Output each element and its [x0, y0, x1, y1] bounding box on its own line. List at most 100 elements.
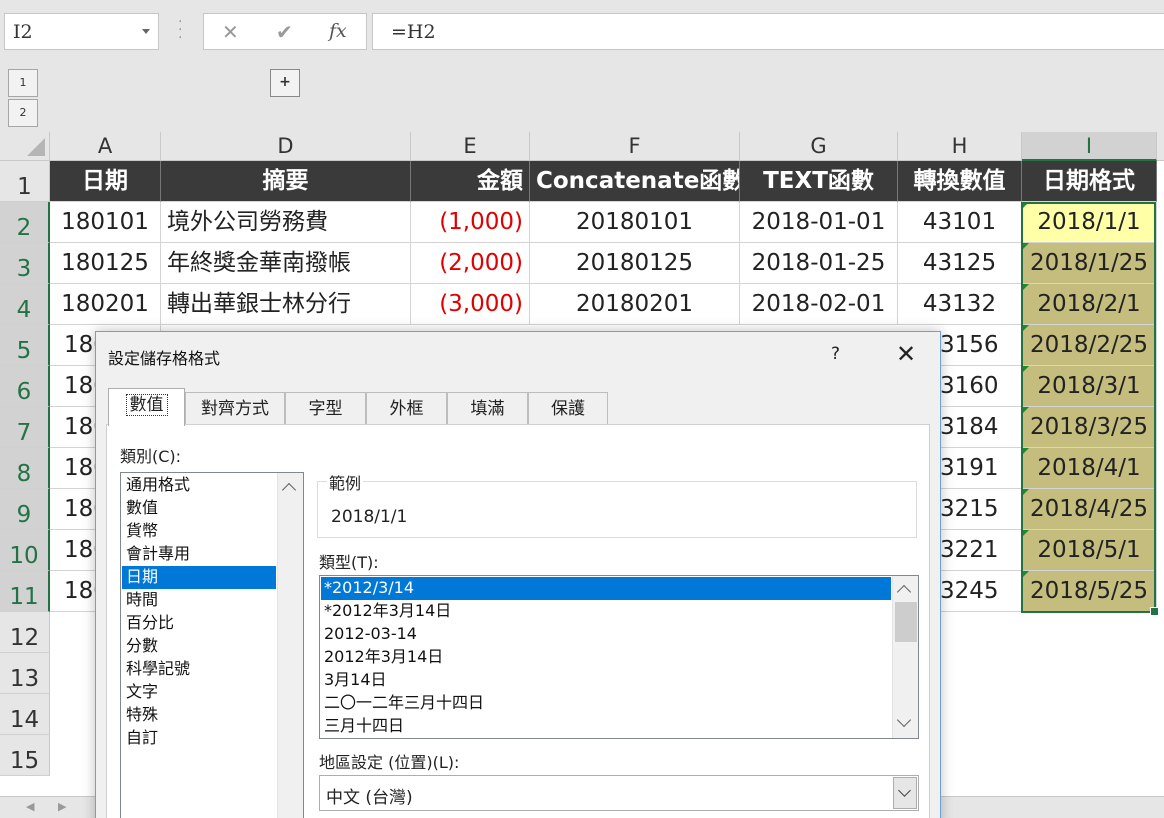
header-cell-date[interactable]: 日期: [50, 161, 161, 202]
list-item[interactable]: 數值: [122, 497, 276, 520]
locale-select[interactable]: 中文 (台灣): [319, 775, 919, 811]
outline-level-1-button[interactable]: 1: [8, 69, 38, 97]
table-cell[interactable]: 2018-02-01: [740, 284, 898, 325]
scroll-left-icon[interactable]: ◀: [26, 800, 34, 813]
header-cell-value[interactable]: 轉換數值: [898, 161, 1022, 202]
row-header-12[interactable]: 12: [0, 612, 50, 653]
list-item[interactable]: 百分比: [122, 612, 276, 635]
tab-number[interactable]: 數值: [108, 388, 185, 426]
table-cell[interactable]: 3191: [940, 448, 1022, 489]
list-item[interactable]: 時間: [122, 589, 276, 612]
scroll-down-icon[interactable]: [896, 712, 912, 728]
table-cell[interactable]: (2,000): [411, 243, 530, 284]
header-cell-concatenate[interactable]: Concatenate函數: [530, 161, 740, 202]
table-cell[interactable]: 2018-01-01: [740, 202, 898, 243]
row-header-4[interactable]: 4: [0, 284, 50, 325]
list-item[interactable]: 三月十四日: [321, 715, 891, 738]
table-cell[interactable]: 43101: [898, 202, 1022, 243]
cancel-icon[interactable]: ✕: [222, 20, 239, 44]
column-header-e[interactable]: E: [411, 132, 530, 161]
column-header-h[interactable]: H: [898, 132, 1022, 161]
row-header-14[interactable]: 14: [0, 694, 50, 735]
table-cell[interactable]: 3245: [940, 571, 1022, 612]
drag-handle-icon[interactable]: · · ·: [178, 15, 182, 45]
table-cell[interactable]: 180101: [50, 202, 161, 243]
table-cell[interactable]: (1,000): [411, 202, 530, 243]
table-cell[interactable]: 180201: [50, 284, 161, 325]
table-cell[interactable]: 20180125: [530, 243, 740, 284]
table-cell[interactable]: 境外公司勞務費: [161, 202, 411, 243]
table-cell[interactable]: 3215: [940, 489, 1022, 530]
row-header-2[interactable]: 2: [0, 202, 50, 243]
list-item[interactable]: 2012年3月14日: [321, 646, 891, 669]
table-cell[interactable]: 20180101: [530, 202, 740, 243]
table-cell[interactable]: 43125: [898, 243, 1022, 284]
row-header-5[interactable]: 5: [0, 325, 50, 366]
list-item-selected[interactable]: 日期: [122, 566, 276, 589]
tab-font[interactable]: 字型: [285, 392, 366, 425]
select-all-button[interactable]: [0, 132, 50, 161]
scrollbar-thumb[interactable]: [895, 602, 917, 642]
type-list[interactable]: *2012/3/14 *2012年3月14日 2012-03-14 2012年3…: [319, 575, 919, 739]
help-button[interactable]: ?: [831, 344, 840, 364]
expand-group-button[interactable]: +: [270, 69, 300, 97]
column-header-a[interactable]: A: [50, 132, 161, 161]
header-cell-summary[interactable]: 摘要: [161, 161, 411, 202]
insert-function-icon[interactable]: fx: [329, 20, 347, 42]
list-item[interactable]: 會計專用: [122, 543, 276, 566]
formula-input[interactable]: =H2: [372, 13, 1164, 50]
type-scrollbar[interactable]: [892, 576, 918, 738]
row-header-6[interactable]: 6: [0, 366, 50, 407]
header-cell-amount[interactable]: 金額: [411, 161, 530, 202]
header-cell-date-format[interactable]: 日期格式: [1022, 161, 1157, 202]
name-box[interactable]: I2: [4, 13, 159, 50]
row-header-3[interactable]: 3: [0, 243, 50, 284]
column-header-i[interactable]: I: [1022, 132, 1157, 161]
row-header-9[interactable]: 9: [0, 489, 50, 530]
scroll-right-icon[interactable]: ▶: [58, 800, 66, 813]
table-cell[interactable]: 3184: [940, 407, 1022, 448]
category-list[interactable]: 通用格式 數值 貨幣 會計專用 日期 時間 百分比 分數 科學記號 文字 特殊 …: [120, 472, 304, 818]
category-scrollbar[interactable]: [277, 473, 303, 818]
row-header-1[interactable]: 1: [0, 161, 50, 202]
table-cell[interactable]: 年終獎金華南撥帳: [161, 243, 411, 284]
table-cell[interactable]: 180125: [50, 243, 161, 284]
tab-fill[interactable]: 填滿: [447, 392, 528, 425]
outline-level-2-button[interactable]: 2: [8, 99, 38, 127]
table-cell[interactable]: 3221: [940, 530, 1022, 571]
table-cell[interactable]: 3160: [940, 366, 1022, 407]
list-item[interactable]: 文字: [122, 681, 276, 704]
table-cell[interactable]: 2018-01-25: [740, 243, 898, 284]
header-cell-text[interactable]: TEXT函數: [740, 161, 898, 202]
locale-dropdown-button[interactable]: [893, 777, 917, 809]
list-item[interactable]: 自訂: [122, 727, 276, 750]
list-item[interactable]: 2012-03-14: [321, 623, 891, 646]
table-cell[interactable]: 轉出華銀士林分行: [161, 284, 411, 325]
list-item[interactable]: 分數: [122, 635, 276, 658]
list-item[interactable]: 通用格式: [122, 474, 276, 497]
enter-icon[interactable]: ✔: [276, 20, 293, 44]
column-header-d[interactable]: D: [161, 132, 411, 161]
list-item[interactable]: *2012年3月14日: [321, 600, 891, 623]
column-header-next[interactable]: [1157, 132, 1164, 161]
column-header-g[interactable]: G: [740, 132, 898, 161]
list-item[interactable]: 科學記號: [122, 658, 276, 681]
list-item[interactable]: 二〇一二年三月十四日: [321, 692, 891, 715]
list-item[interactable]: 特殊: [122, 704, 276, 727]
table-cell[interactable]: (3,000): [411, 284, 530, 325]
row-header-13[interactable]: 13: [0, 653, 50, 694]
table-cell[interactable]: 43132: [898, 284, 1022, 325]
row-header-15[interactable]: 15: [0, 735, 50, 776]
row-header-7[interactable]: 7: [0, 407, 50, 448]
scroll-up-icon[interactable]: [281, 482, 297, 498]
row-header-10[interactable]: 10: [0, 530, 50, 571]
close-button[interactable]: ✕: [896, 340, 916, 368]
row-header-8[interactable]: 8: [0, 448, 50, 489]
tab-border[interactable]: 外框: [366, 392, 447, 425]
tab-alignment[interactable]: 對齊方式: [185, 392, 285, 425]
list-item[interactable]: 貨幣: [122, 520, 276, 543]
table-cell[interactable]: 20180201: [530, 284, 740, 325]
chevron-down-icon[interactable]: [142, 29, 150, 34]
list-item-selected[interactable]: *2012/3/14: [321, 577, 891, 600]
tab-protection[interactable]: 保護: [528, 392, 608, 425]
